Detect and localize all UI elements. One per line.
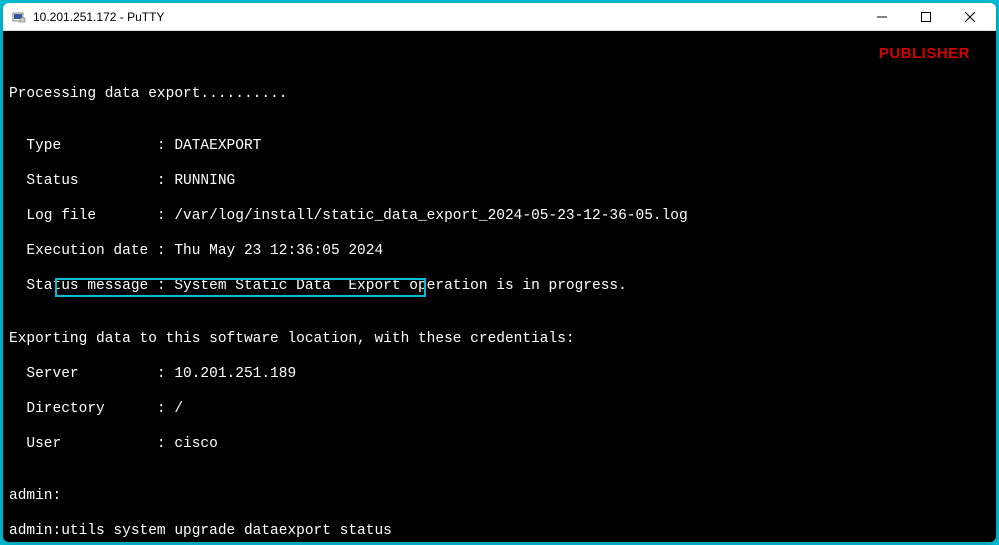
publisher-label: PUBLISHER bbox=[879, 45, 970, 63]
terminal-line: Exporting data to this software location… bbox=[9, 331, 990, 349]
window-title: 10.201.251.172 - PuTTY bbox=[33, 10, 860, 24]
terminal-line: Status message : System Static Data Expo… bbox=[9, 278, 990, 296]
terminal-line: Directory : / bbox=[9, 401, 990, 419]
putty-icon bbox=[11, 9, 27, 25]
terminal-line: Log file : /var/log/install/static_data_… bbox=[9, 208, 990, 226]
window-controls bbox=[860, 3, 992, 31]
close-button[interactable] bbox=[948, 3, 992, 31]
putty-window: 10.201.251.172 - PuTTY PUBLISHER Process… bbox=[3, 3, 996, 542]
terminal-line: Server : 10.201.251.189 bbox=[9, 366, 990, 384]
maximize-button[interactable] bbox=[904, 3, 948, 31]
terminal-line: Processing data export.......... bbox=[9, 86, 990, 104]
terminal-line: admin: bbox=[9, 488, 990, 506]
terminal-area[interactable]: PUBLISHER Processing data export........… bbox=[3, 31, 996, 542]
titlebar[interactable]: 10.201.251.172 - PuTTY bbox=[3, 3, 996, 31]
terminal-line: Type : DATAEXPORT bbox=[9, 138, 990, 156]
terminal-line: User : cisco bbox=[9, 436, 990, 454]
terminal-line: Status : RUNNING bbox=[9, 173, 990, 191]
terminal-line: Execution date : Thu May 23 12:36:05 202… bbox=[9, 243, 990, 261]
terminal-line: admin:utils system upgrade dataexport st… bbox=[9, 523, 990, 541]
minimize-button[interactable] bbox=[860, 3, 904, 31]
